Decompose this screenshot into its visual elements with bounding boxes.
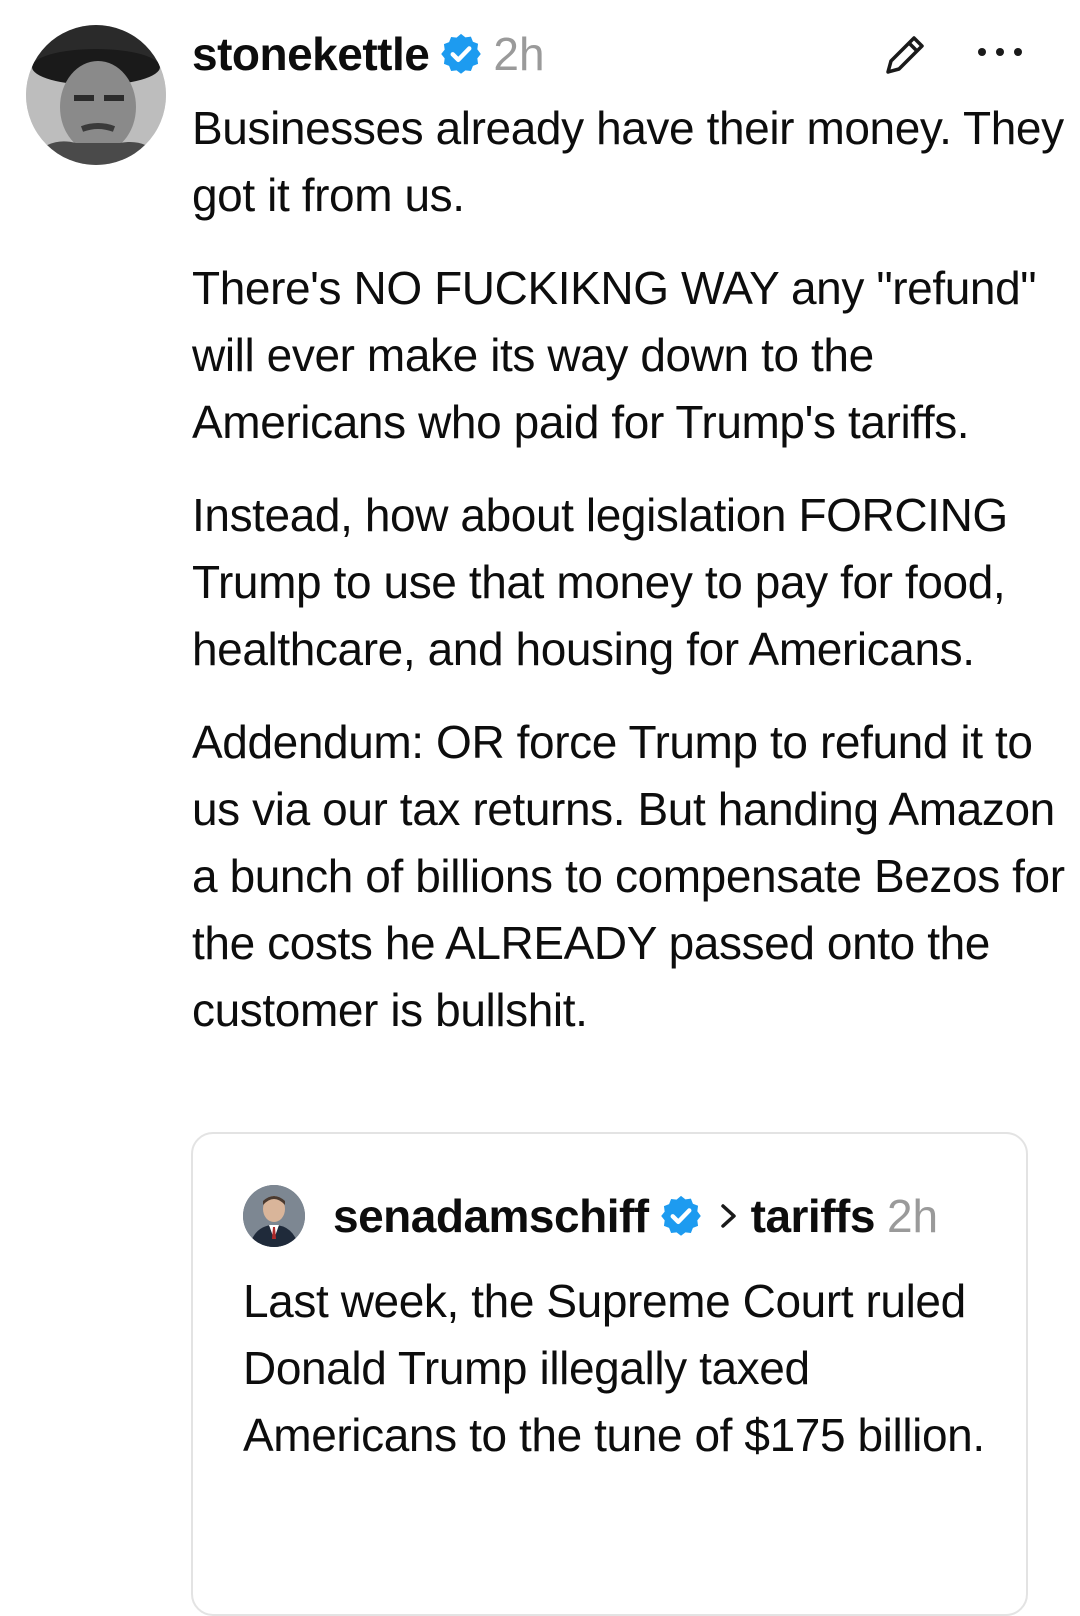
pencil-icon [886, 36, 924, 74]
quoted-author-username[interactable]: senadamschiff [333, 1189, 649, 1243]
chevron-right-icon [717, 1201, 741, 1231]
quoted-post-header: senadamschiff tariffs 2h [333, 1186, 938, 1246]
verified-badge-icon [659, 1194, 703, 1238]
quoted-post-time: 2h [886, 1190, 939, 1242]
post-body: Businesses already have their money. The… [192, 95, 1072, 1070]
author-username[interactable]: stonekettle [192, 27, 430, 81]
post-paragraph: Businesses already have their money. The… [192, 102, 1064, 221]
edit-button[interactable] [878, 28, 932, 82]
post: stonekettle 2h Businesses already have t… [0, 0, 1080, 1616]
post-header: stonekettle 2h [192, 26, 545, 82]
post-time: 2h [493, 28, 545, 80]
topic-tag[interactable]: tariffs [751, 1189, 876, 1243]
quoted-post-card[interactable]: senadamschiff tariffs 2h Last week, the … [191, 1132, 1028, 1616]
post-paragraph: Addendum: OR force Trump to refund it to… [192, 716, 1065, 1036]
verified-badge-icon [439, 32, 483, 76]
post-paragraph: Instead, how about legislation FORCING T… [192, 489, 1008, 675]
quoted-author-avatar[interactable] [243, 1185, 305, 1247]
author-avatar[interactable] [26, 25, 166, 165]
more-options-button[interactable] [972, 32, 1028, 72]
quoted-post-text: Last week, the Supreme Court ruled Donal… [243, 1275, 985, 1461]
post-paragraph: There's NO FUCKIKNG WAY any "refund" wil… [192, 262, 1037, 448]
more-options-icon [978, 48, 1022, 56]
